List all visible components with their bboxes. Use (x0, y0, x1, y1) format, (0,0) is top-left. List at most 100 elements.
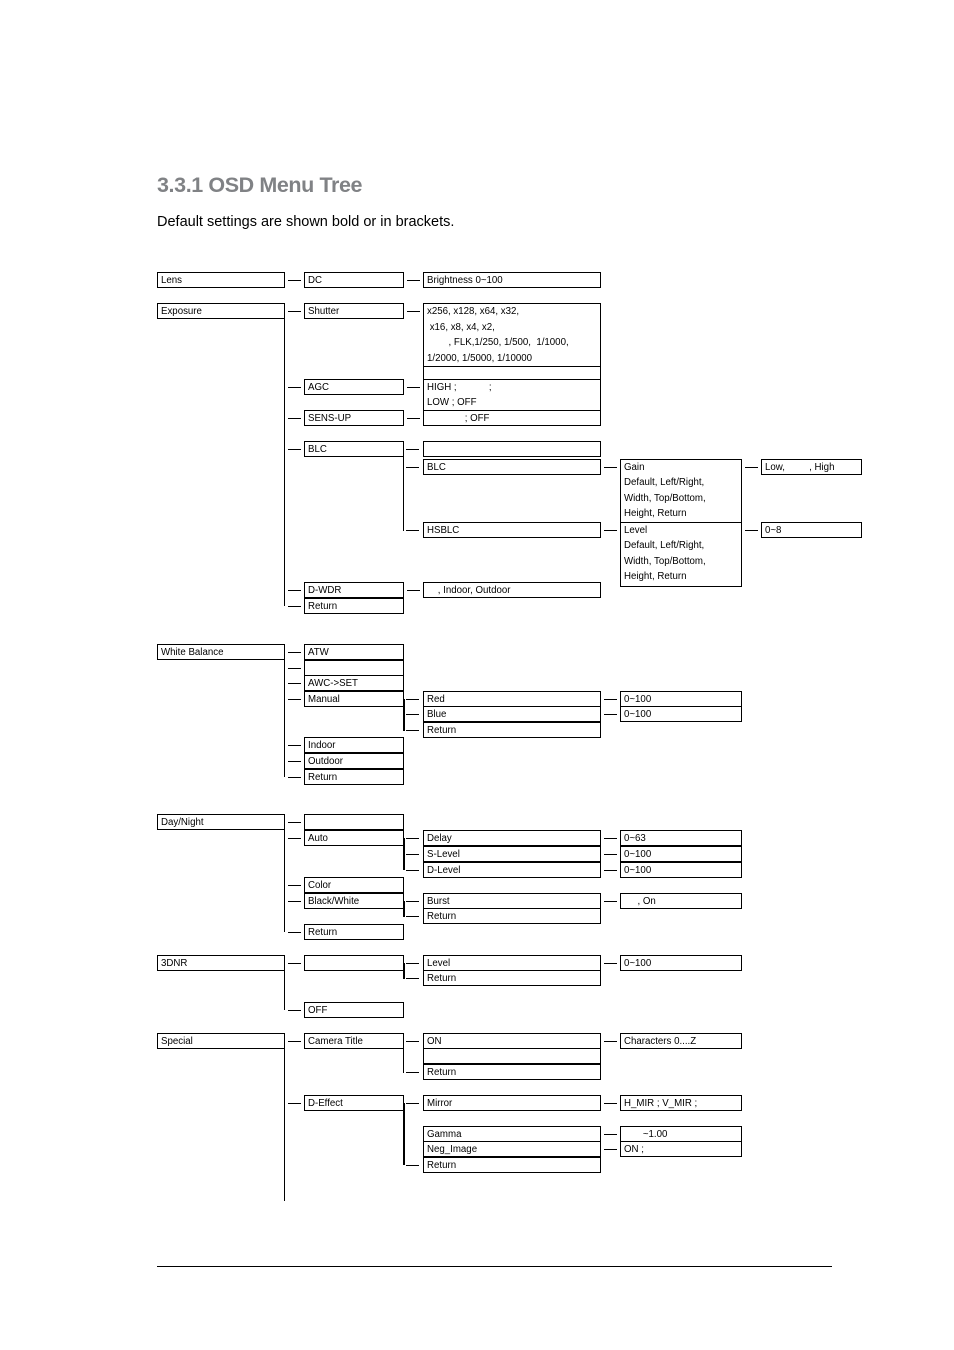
connector-red-values (604, 699, 617, 700)
node-exposure-dwdr: D-WDR (304, 582, 404, 598)
connector-level-values (745, 530, 758, 531)
wb-spine (284, 652, 285, 777)
node-bw-return: Return (423, 908, 601, 924)
connector-dn-blackwhite (288, 901, 301, 902)
node-burst-values: , On (620, 893, 742, 909)
connector-dn-color (288, 885, 301, 886)
node-dlevel-values: 0~100 (620, 862, 742, 878)
node-deffect-return: Return (423, 1157, 601, 1173)
connector-blc-gain (604, 467, 617, 468)
connector-3dnr-return (406, 978, 419, 979)
node-sensup-values: ; OFF (423, 410, 601, 426)
auto-spine (403, 838, 405, 870)
connector-on-characters (604, 1041, 617, 1042)
section-heading: 3.3.1 OSD Menu Tree (157, 173, 363, 197)
connector-manual-red (406, 699, 419, 700)
connector-dc-brightness (407, 280, 420, 281)
node-deffect-gamma: Gamma (423, 1126, 601, 1142)
connector-deffect-return (406, 1165, 419, 1166)
connector-dn-blank (288, 822, 301, 823)
connector-wb-indoor (288, 745, 301, 746)
node-wb-atw: ATW (304, 644, 404, 660)
node-special-deffect: D-Effect (304, 1095, 404, 1111)
connector-gamma-values (604, 1134, 617, 1135)
connector-blc-hsblc (406, 530, 419, 531)
document-page: 3.3.1 OSD Menu Tree Default settings are… (0, 0, 954, 1350)
node-wb-indoor: Indoor (304, 737, 404, 753)
node-wb-outdoor: Outdoor (304, 753, 404, 769)
node-gamma-values: ~1.00 (620, 1126, 742, 1142)
connector-bw-burst (406, 901, 419, 902)
node-3dnr-blank (304, 955, 404, 971)
connector-dn-auto (288, 838, 301, 839)
connector-manual-blue (406, 714, 419, 715)
node-agc-values: HIGH ; ; LOW ; OFF (423, 379, 601, 411)
connector-exposure-shutter (288, 311, 301, 312)
cameratitle-spine (403, 1041, 404, 1073)
node-deffect-mirror: Mirror (423, 1095, 601, 1111)
node-white-balance: White Balance (157, 644, 285, 660)
connector-slevel-values (604, 854, 617, 855)
node-3dnr-return: Return (423, 970, 601, 986)
connector-wb-atw (288, 652, 301, 653)
node-cameratitle-on: ON (423, 1033, 601, 1049)
node-wb-manual: Manual (304, 691, 404, 707)
connector-blc-blank (406, 449, 419, 450)
node-special: Special (157, 1033, 285, 1049)
node-wb-awcset: AWC->SET (304, 675, 404, 691)
node-lens-brightness: Brightness 0~100 (423, 272, 601, 288)
node-manual-red: Red (423, 691, 601, 707)
manual-spine (403, 699, 405, 731)
node-exposure-return: Return (304, 598, 404, 614)
connector-dlevel-values (604, 870, 617, 871)
blackwhite-spine (403, 901, 405, 917)
node-wb-blank (304, 660, 404, 676)
connector-bw-return (406, 916, 419, 917)
node-manual-blue: Blue (423, 706, 601, 722)
node-mirror-values: H_MIR ; V_MIR ; (620, 1095, 742, 1111)
3dnr-sub-spine (403, 963, 405, 979)
connector-burst-values (604, 901, 617, 902)
connector-exposure-sensup (288, 418, 301, 419)
connector-auto-dlevel (406, 870, 419, 871)
exposure-spine (284, 311, 285, 606)
connector-mirror-values (604, 1103, 617, 1104)
special-spine (284, 1041, 285, 1201)
connector-delay-values (604, 838, 617, 839)
node-manual-return: Return (423, 722, 601, 738)
connector-manual-return (406, 730, 419, 731)
node-lens-dc: DC (304, 272, 404, 288)
connector-auto-slevel (406, 854, 419, 855)
node-3dnr-off: OFF (304, 1002, 404, 1018)
connector-3dnr-level-values (604, 963, 617, 964)
node-dn-blackwhite: Black/White (304, 893, 404, 909)
connector-blc-sub (406, 467, 419, 468)
connector-dwdr-values (407, 590, 420, 591)
node-special-cameratitle: Camera Title (304, 1033, 404, 1049)
node-negimage-values: ON ; (620, 1141, 742, 1157)
node-cameratitle-return: Return (423, 1064, 601, 1080)
node-day-night: Day/Night (157, 814, 285, 830)
node-dn-blank (304, 814, 404, 830)
node-shutter-values: x256, x128, x64, x32, x16, x8, x4, x2, ,… (423, 303, 601, 367)
node-shutter-blank (423, 366, 601, 380)
node-characters: Characters 0....Z (620, 1033, 742, 1049)
connector-gain-values (745, 467, 758, 468)
section-subtitle: Default settings are shown bold or in br… (157, 214, 455, 230)
node-3dnr-level: Level (423, 955, 601, 971)
node-dn-auto: Auto (304, 830, 404, 846)
connector-special-cameratitle (288, 1041, 301, 1042)
connector-exposure-blc (288, 449, 301, 450)
node-dn-return: Return (304, 924, 404, 940)
node-auto-delay: Delay (423, 830, 601, 846)
connector-wb-manual (288, 699, 301, 700)
node-gain-values: Low, , High (761, 459, 862, 475)
connector-sensup-values (407, 418, 420, 419)
node-exposure-shutter: Shutter (304, 303, 404, 319)
connector-exposure-return (288, 606, 301, 607)
node-blc-gain: Gain Default, Left/Right, Width, Top/Bot… (620, 459, 742, 523)
connector-3dnr-off (288, 1010, 301, 1011)
node-auto-dlevel: D-Level (423, 862, 601, 878)
connector-shutter-values (407, 311, 420, 312)
connector-cameratitle-on (406, 1041, 419, 1042)
